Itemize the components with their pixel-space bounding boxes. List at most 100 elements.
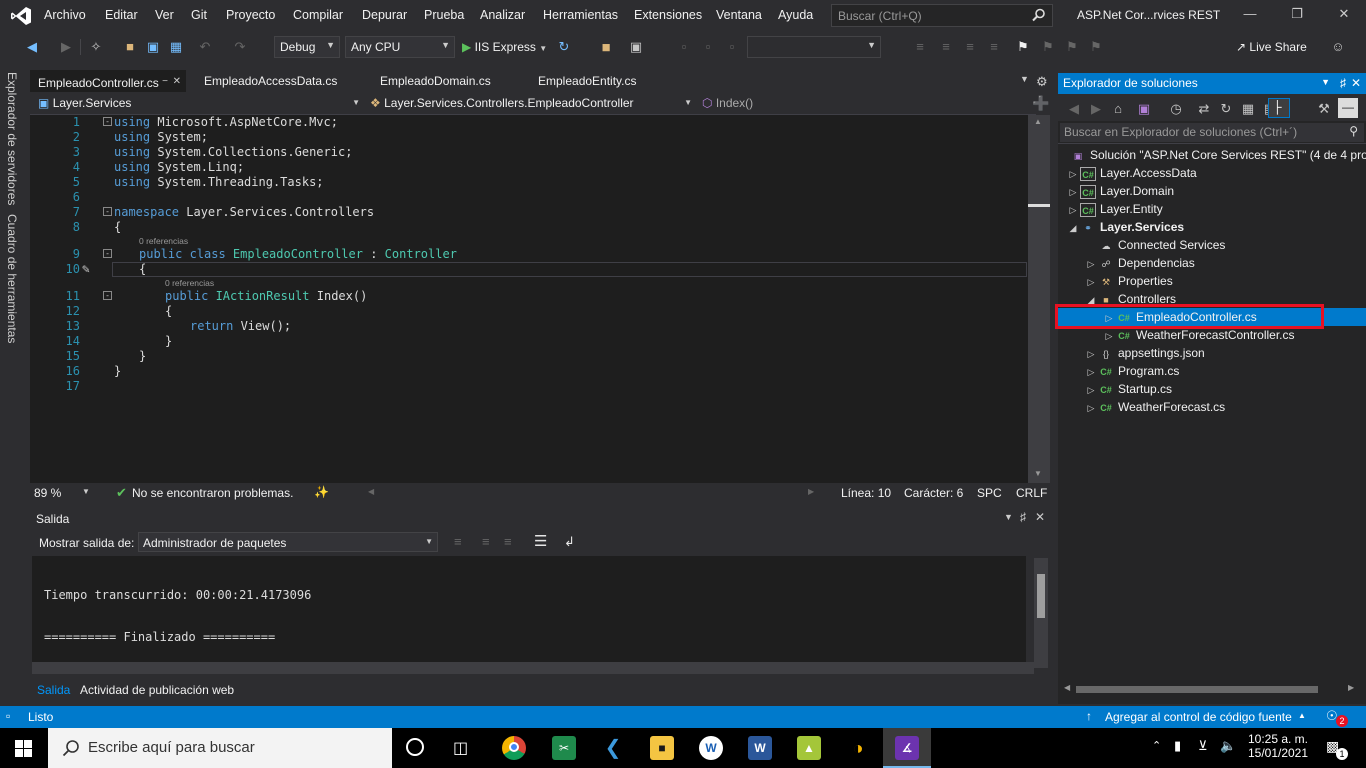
file-icon[interactable]: ▫	[676, 39, 692, 55]
align-icon[interactable]: ≡	[938, 39, 954, 55]
file-explorer-icon[interactable]: ■	[650, 736, 674, 760]
solution-config-select[interactable]: Debug ▼	[274, 36, 340, 58]
word-icon[interactable]: W	[748, 736, 772, 760]
back-icon[interactable]: ◀	[1066, 101, 1082, 117]
forward-icon[interactable]: ▶	[58, 39, 74, 55]
code-cleanup-icon[interactable]: ✨	[314, 485, 329, 499]
tree-item-project[interactable]: ▷ C# Layer.AccessData	[1066, 164, 1197, 182]
expand-icon[interactable]: ▷	[1066, 201, 1080, 219]
properties-icon[interactable]: ⚒	[1316, 101, 1332, 117]
bookmark-icon[interactable]: ⚑	[1015, 39, 1031, 55]
expand-icon[interactable]: ▷	[1066, 165, 1080, 183]
clear-all-icon[interactable]: ☰	[534, 532, 547, 550]
expand-icon[interactable]: ▷	[1084, 255, 1098, 273]
server-explorer-tab[interactable]: Explorador de servidores	[5, 72, 19, 205]
tree-item-file[interactable]: ▷ C# Startup.cs	[1084, 380, 1173, 399]
menu-extensiones[interactable]: Extensiones	[634, 8, 702, 22]
bookmark-prev-icon[interactable]: ⚑	[1040, 39, 1056, 55]
task-view-icon[interactable]: ◫	[453, 738, 468, 758]
collapse-icon[interactable]: ◢	[1066, 219, 1080, 237]
visual-studio-taskbar-button[interactable]: ∡	[883, 728, 931, 768]
volume-icon[interactable]: 🔈	[1220, 738, 1236, 754]
pending-changes-icon[interactable]: ◷	[1168, 101, 1184, 117]
scroll-right-icon[interactable]: ▶	[1348, 683, 1354, 692]
tree-item-solution[interactable]: ▣ Solución "ASP.Net Core Services REST" (…	[1070, 146, 1366, 164]
collapse-icon[interactable]: -	[103, 207, 112, 216]
switch-views-icon[interactable]: ▣	[1136, 101, 1152, 117]
find-combo[interactable]: ▼	[747, 36, 881, 58]
tab-output[interactable]: Salida	[30, 681, 78, 701]
tab-empleado-domain[interactable]: EmpleadoDomain.cs	[372, 70, 499, 92]
home-icon[interactable]: ⌂	[1110, 101, 1126, 117]
taskbar-clock[interactable]: 10:25 a. m. 15/01/2021	[1244, 732, 1312, 760]
pin-icon[interactable]: ♯	[1340, 76, 1346, 90]
word-wrap-icon[interactable]: ↲	[564, 534, 575, 550]
menu-compilar[interactable]: Compilar	[293, 8, 343, 22]
menu-proyecto[interactable]: Proyecto	[226, 8, 275, 22]
refresh-icon[interactable]: ↻	[1218, 101, 1234, 117]
forward-icon[interactable]: ▶	[1088, 101, 1104, 117]
output-source-select[interactable]: Administrador de paquetes ▼	[138, 532, 438, 552]
save-icon[interactable]: ▣	[145, 39, 161, 55]
chevron-down-icon[interactable]: ▼	[1321, 77, 1330, 87]
wifi-icon[interactable]: ⊻	[1198, 738, 1208, 754]
solution-search-input[interactable]: Buscar en Explorador de soluciones (Ctrl…	[1060, 123, 1364, 142]
scroll-left-icon[interactable]: ◀	[1064, 683, 1070, 692]
settings-gear-icon[interactable]: ⚙	[1036, 74, 1048, 90]
live-share-button[interactable]: ↗ Live Share	[1236, 40, 1307, 54]
taskbar-search-input[interactable]: Escribe aquí para buscar	[48, 728, 392, 768]
platform-select[interactable]: Any CPU ▼	[345, 36, 455, 58]
tree-item-connected-services[interactable]: ☁ Connected Services	[1084, 236, 1226, 254]
menu-editar[interactable]: Editar	[105, 8, 138, 22]
tree-item-properties[interactable]: ▷ ⚒ Properties	[1084, 272, 1173, 290]
collapse-all-icon[interactable]: ▦	[1240, 101, 1256, 117]
align-icon[interactable]: ≡	[912, 39, 928, 55]
minimize-icon[interactable]: —	[1240, 6, 1260, 26]
expand-icon[interactable]: ▷	[1084, 399, 1098, 417]
quick-search-input[interactable]: Buscar (Ctrl+Q)	[831, 4, 1053, 27]
project-nav-select[interactable]: ▣ Layer.Services ▼	[34, 95, 364, 113]
start-debug-button[interactable]: ▶ IIS Express ▼	[462, 40, 547, 56]
align-icon[interactable]: ≡	[986, 39, 1002, 55]
tab-list-dropdown-icon[interactable]: ▼	[1020, 74, 1029, 84]
code-editor[interactable]: 1 2 3 4 5 6 7 8 9 10 11 12 13 14 15 16 1…	[30, 115, 1028, 483]
paint-icon[interactable]: ◑	[846, 736, 870, 760]
expand-icon[interactable]: ▷	[1066, 183, 1080, 201]
new-project-icon[interactable]: ✧	[88, 39, 104, 55]
expand-icon[interactable]: ▷	[1084, 381, 1098, 399]
output-horizontal-scrollbar[interactable]	[32, 662, 1034, 674]
whitespace-indicator[interactable]: SPC	[977, 486, 1002, 500]
expand-icon[interactable]: ▷	[1084, 273, 1098, 291]
char-indicator[interactable]: Carácter: 6	[904, 486, 963, 500]
chevron-up-icon[interactable]: ⌃	[1152, 739, 1161, 752]
windows-start-icon[interactable]	[15, 740, 32, 757]
menu-depurar[interactable]: Depurar	[362, 8, 407, 22]
tree-item-file[interactable]: ▷ C# Program.cs	[1084, 362, 1180, 380]
output-vertical-scrollbar[interactable]	[1034, 558, 1048, 668]
collapse-icon[interactable]: -	[103, 291, 112, 300]
battery-icon[interactable]: ▮	[1174, 738, 1181, 754]
problems-status[interactable]: No se encontraron problemas.	[132, 486, 293, 500]
split-window-icon[interactable]: ➕	[1032, 95, 1049, 112]
close-icon[interactable]: ✕	[173, 76, 181, 87]
menu-analizar[interactable]: Analizar	[480, 8, 525, 22]
chevron-down-icon[interactable]: ▼	[1004, 512, 1013, 522]
close-icon[interactable]: ✕	[1035, 510, 1045, 524]
expand-icon[interactable]: ▷	[1102, 327, 1116, 345]
visual-studio-logo-icon[interactable]	[10, 6, 32, 26]
chevron-down-icon[interactable]: ▼	[82, 487, 90, 496]
close-icon[interactable]: ✕	[1351, 76, 1361, 90]
tab-empleado-entity[interactable]: EmpleadoEntity.cs	[530, 70, 645, 92]
sync-icon[interactable]: ⇄	[1196, 101, 1212, 117]
codelens-references[interactable]: 0 referencias	[139, 236, 188, 246]
file-icon[interactable]: ▫	[724, 39, 740, 55]
wunderlist-icon[interactable]: W	[699, 736, 723, 760]
menu-prueba[interactable]: Prueba	[424, 8, 464, 22]
add-source-control-button[interactable]: Agregar al control de código fuente	[1105, 710, 1292, 724]
bookmark-clear-icon[interactable]: ⚑	[1088, 39, 1104, 55]
menu-archivo[interactable]: Archivo	[44, 8, 86, 22]
tree-item-file[interactable]: ▷ {} appsettings.json	[1084, 344, 1205, 362]
menu-ventana[interactable]: Ventana	[716, 8, 762, 22]
cortana-icon[interactable]	[406, 738, 424, 756]
menu-ver[interactable]: Ver	[155, 8, 174, 22]
